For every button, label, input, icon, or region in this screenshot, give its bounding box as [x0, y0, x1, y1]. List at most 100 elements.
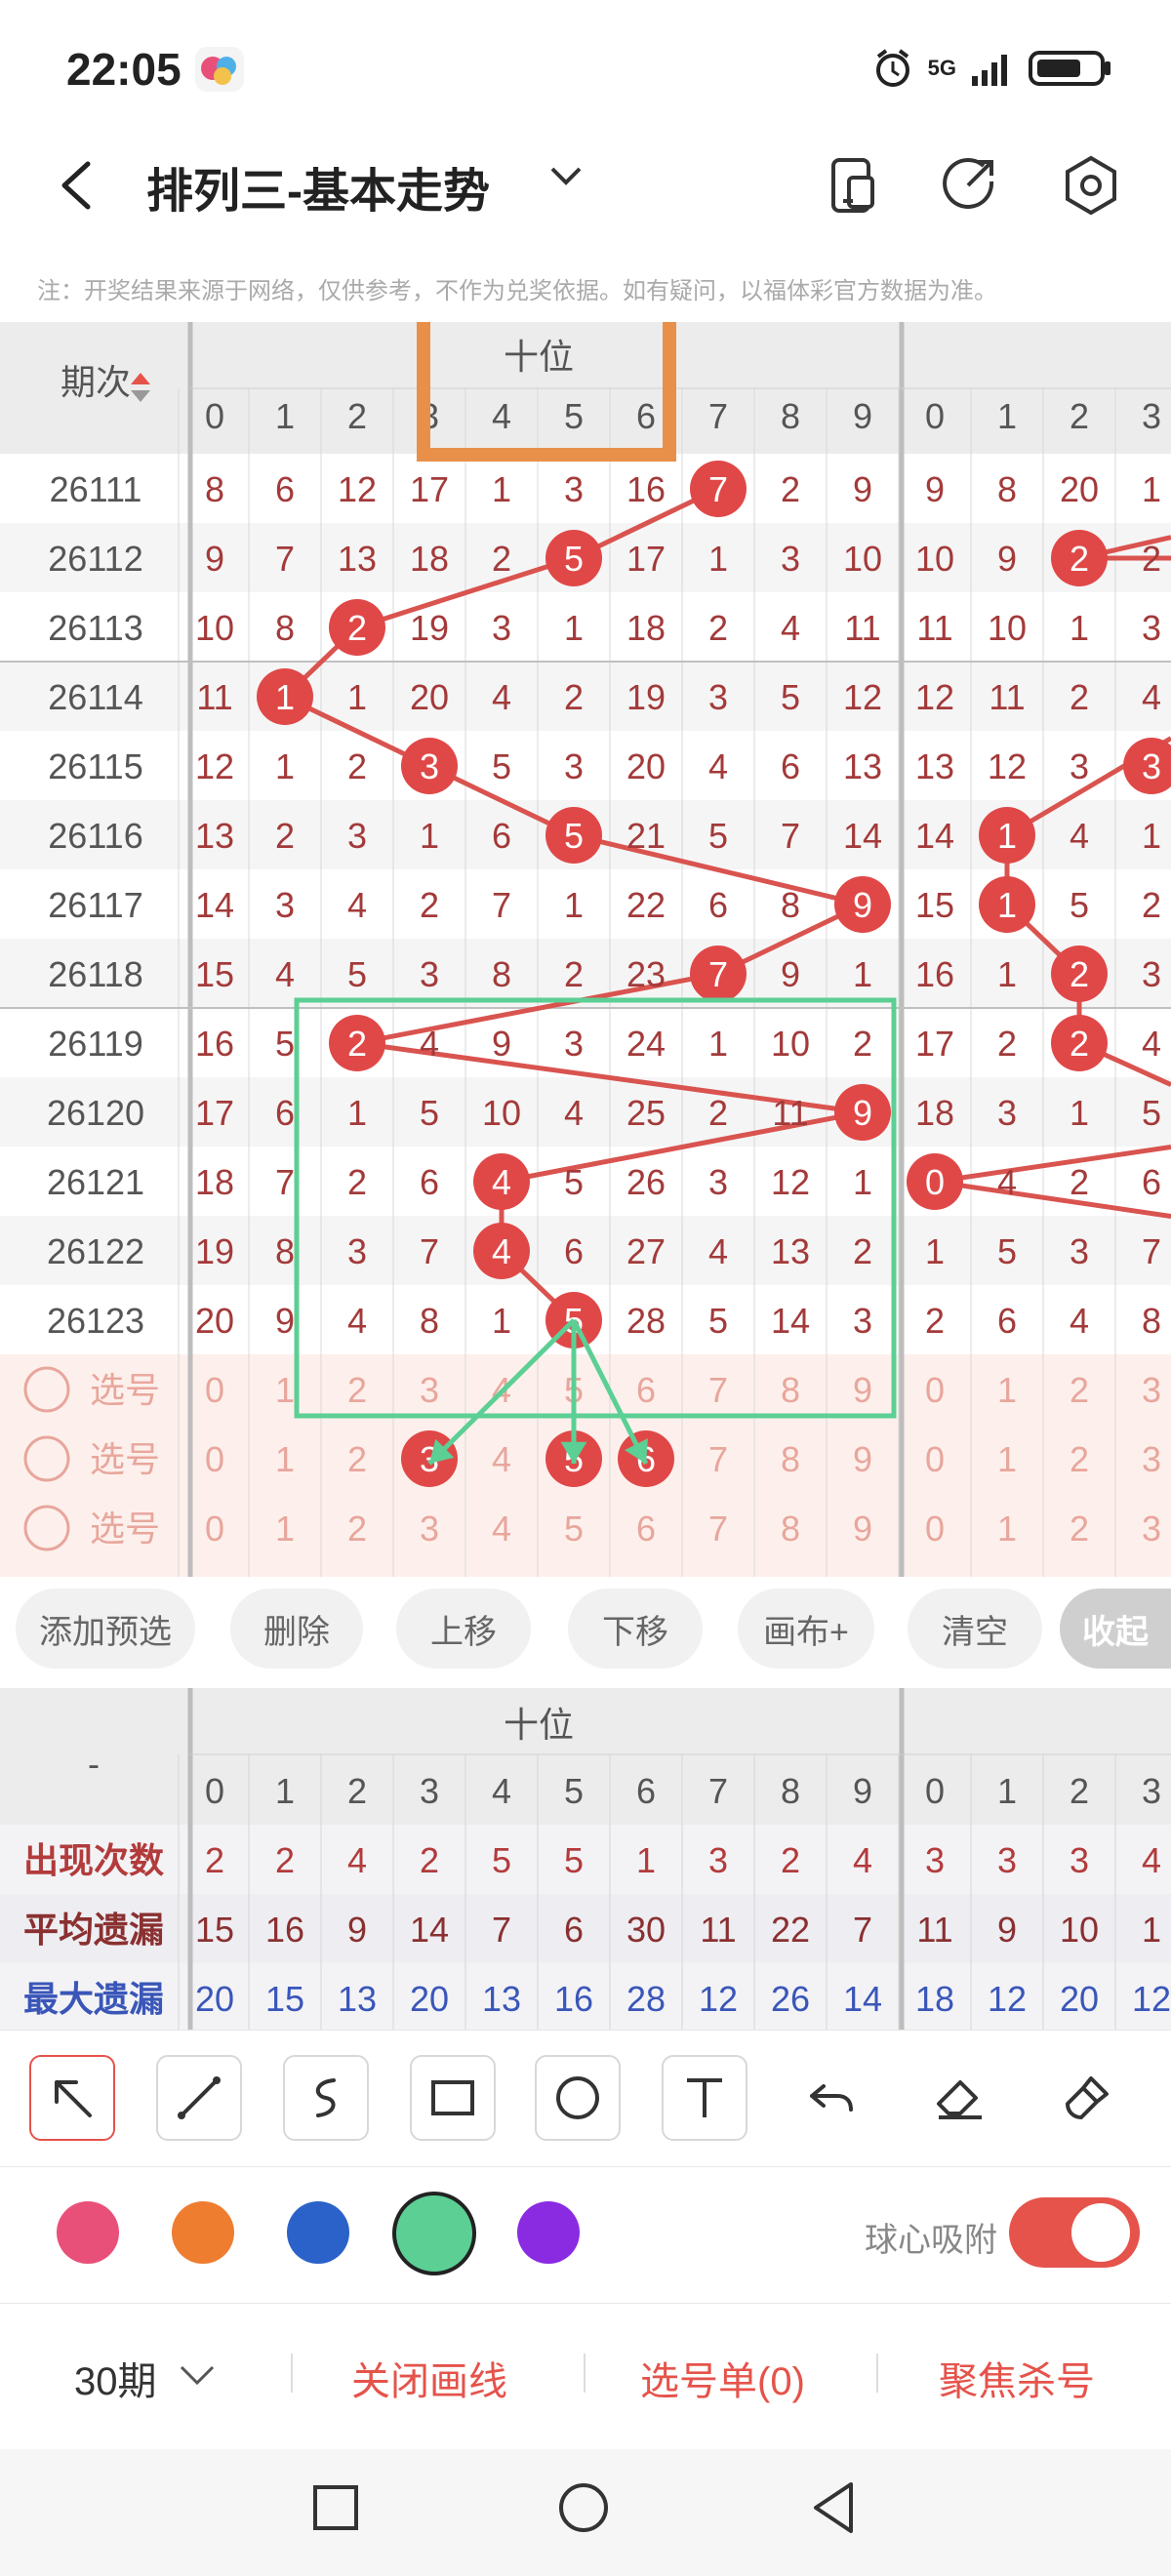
miss-count: 6: [1142, 1162, 1161, 1202]
trend-chart[interactable]: 期次 十位 0 1 2 3 4 5 6 7 8 9 0 1 2 3 26111 8 6 12 17 1 3 16 7 2 9 9 8 20…: [0, 322, 1171, 1577]
pick-digit: 5: [564, 1509, 584, 1549]
miss-count: 2: [1142, 539, 1161, 579]
arrow-tool-icon[interactable]: [29, 2055, 115, 2141]
hit-number: 0: [925, 1162, 945, 1202]
home-icon[interactable]: [556, 2480, 611, 2540]
stats-digit-header: 6: [636, 1771, 656, 1811]
pick-digit: 2: [1070, 1370, 1089, 1410]
trend-chart-svg[interactable]: 期次十位0 1 2 3 4 5 6 7 8 9 0 1 2 326111 8 6 12 17 1 3 16 7 2 9 9 8 20…: [0, 322, 1171, 1577]
period-cell: 26115: [48, 746, 142, 786]
status-time: 22:05: [66, 44, 182, 95]
hit-number: 1: [997, 816, 1017, 856]
color-swatch-pink[interactable]: [57, 2201, 119, 2264]
miss-count: 21: [626, 816, 666, 856]
miss-count: 6: [420, 1162, 439, 1202]
period-cell: 26117: [48, 885, 142, 925]
miss-count: 7: [275, 539, 295, 579]
miss-count: 12: [338, 469, 377, 509]
miss-count: 4: [275, 954, 295, 994]
line-tool-icon[interactable]: [156, 2055, 242, 2141]
color-swatch-purple[interactable]: [517, 2201, 580, 2264]
pick-digit: 0: [205, 1509, 224, 1549]
pick-list-button[interactable]: 选号单(0): [640, 2350, 805, 2406]
miss-count: 12: [843, 677, 882, 717]
miss-count: 10: [843, 539, 882, 579]
period-cell: 26114: [48, 677, 142, 717]
stats-corner: -: [88, 1744, 100, 1784]
clear-button[interactable]: 清空: [908, 1589, 1042, 1669]
miss-count: 8: [781, 885, 800, 925]
share-icon[interactable]: [939, 154, 1001, 217]
miss-count: 18: [410, 539, 449, 579]
recent-apps-icon[interactable]: [310, 2482, 361, 2538]
page-title[interactable]: 排列三-基本走势: [146, 152, 490, 221]
miss-count: 13: [843, 746, 882, 786]
stats-value: 14: [410, 1910, 449, 1950]
miss-count: 4: [420, 1024, 439, 1064]
phone-switch-icon[interactable]: [820, 154, 882, 217]
miss-count: 2: [1142, 885, 1161, 925]
close-lines-button[interactable]: 关闭画线: [351, 2350, 507, 2406]
miss-count: 1: [420, 816, 439, 856]
pick-digit: 6: [636, 1509, 656, 1549]
miss-count: 4: [564, 1093, 584, 1133]
eraser-icon[interactable]: [917, 2055, 1003, 2141]
stats-value: 2: [275, 1840, 295, 1880]
stats-value: 14: [843, 1979, 882, 2019]
back-button[interactable]: [49, 156, 107, 215]
undo-icon[interactable]: [788, 2055, 874, 2141]
move-up-button[interactable]: 上移: [396, 1589, 531, 1669]
text-tool-icon[interactable]: [662, 2055, 747, 2141]
move-down-button[interactable]: 下移: [568, 1589, 703, 1669]
stats-value: 6: [564, 1910, 584, 1950]
color-swatch-green-selected[interactable]: [392, 2192, 476, 2275]
rectangle-tool-icon[interactable]: [410, 2055, 496, 2141]
miss-count: 3: [275, 885, 295, 925]
color-swatch-orange[interactable]: [172, 2201, 234, 2264]
canvas-plus-button[interactable]: 画布+: [738, 1589, 874, 1669]
miss-count: 12: [915, 677, 954, 717]
chevron-down-icon[interactable]: [546, 161, 586, 195]
miss-count: 1: [853, 954, 872, 994]
miss-count: 2: [925, 1301, 945, 1341]
stats-digit-header: 0: [925, 1771, 945, 1811]
miss-count: 2: [1070, 677, 1089, 717]
delete-button[interactable]: 删除: [230, 1589, 363, 1669]
add-preselect-button[interactable]: 添加预选: [16, 1589, 195, 1669]
stats-row-bg: [0, 1894, 1171, 1963]
miss-count: 14: [843, 816, 882, 856]
miss-count: 17: [195, 1093, 234, 1133]
pick-label: 选号: [90, 1370, 160, 1410]
pick-digit: 7: [708, 1439, 728, 1479]
hit-number: 2: [1070, 954, 1089, 994]
collapse-button[interactable]: 收起: [1060, 1589, 1171, 1669]
miss-count: 19: [626, 677, 666, 717]
period-selector[interactable]: 30期: [74, 2350, 157, 2406]
miss-count: 23: [626, 954, 666, 994]
back-nav-icon[interactable]: [806, 2478, 861, 2542]
divider: [876, 2354, 878, 2393]
color-swatch-blue[interactable]: [287, 2201, 349, 2264]
digit-header: 6: [636, 396, 656, 436]
settings-icon[interactable]: [1060, 154, 1122, 217]
circle-tool-icon[interactable]: [535, 2055, 621, 2141]
miss-count: 18: [195, 1162, 234, 1202]
stats-digit-header: 3: [1142, 1771, 1161, 1811]
miss-count: 10: [988, 608, 1027, 648]
brush-clear-icon[interactable]: [1044, 2055, 1130, 2141]
stats-value: 4: [853, 1840, 872, 1880]
miss-count: 7: [1142, 1231, 1161, 1271]
period-cell: 26119: [48, 1024, 142, 1064]
freehand-tool-icon[interactable]: [283, 2055, 369, 2141]
pick-label: 选号: [90, 1439, 160, 1479]
miss-count: 8: [492, 954, 511, 994]
digit-header: 2: [347, 396, 367, 436]
focus-kill-button[interactable]: 聚焦杀号: [939, 2350, 1095, 2406]
miss-count: 13: [915, 746, 954, 786]
alarm-icon: [875, 49, 909, 87]
stats-row-label: 最大遗漏: [23, 1979, 164, 2019]
miss-count: 8: [420, 1301, 439, 1341]
miss-count: 15: [915, 885, 954, 925]
stats-section-label: 十位: [504, 1705, 574, 1745]
stats-row-bg: [0, 1825, 1171, 1894]
